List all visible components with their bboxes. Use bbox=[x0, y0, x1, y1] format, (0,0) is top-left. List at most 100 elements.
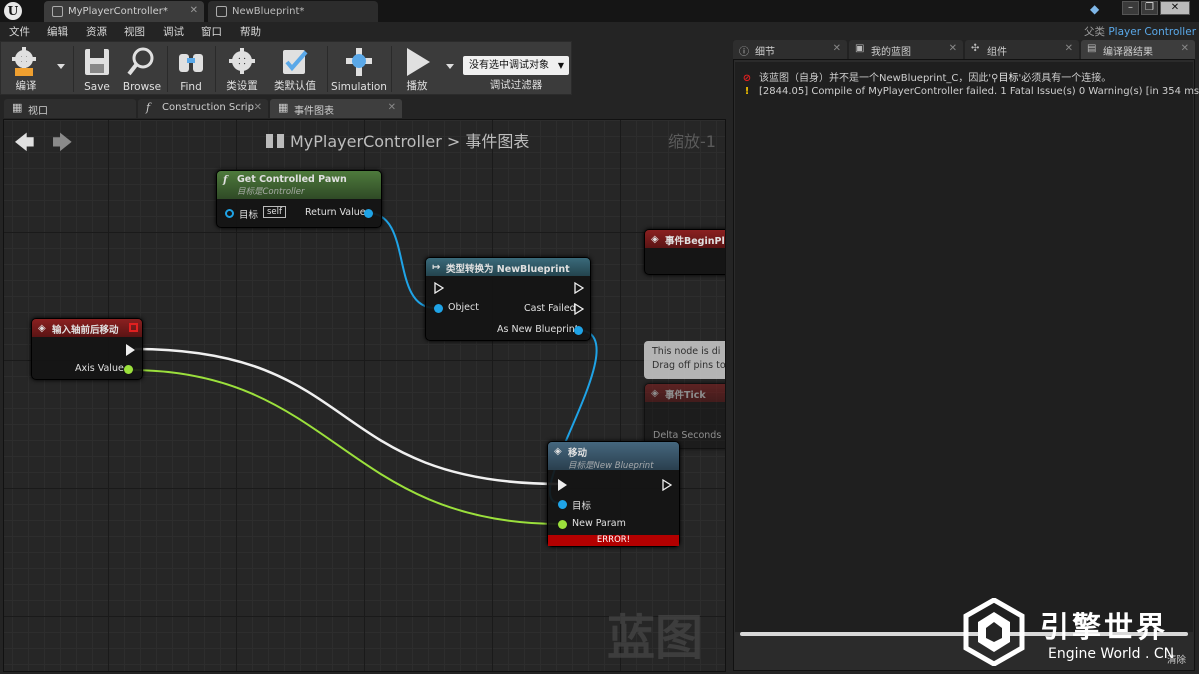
log-warning-line[interactable]: ! [2844.05] Compile of MyPlayerController… bbox=[741, 86, 1199, 97]
tab-construction-script[interactable]: f Construction Scrip ✕ bbox=[138, 99, 268, 118]
event-graph-canvas[interactable]: 🡄 🡆 MyPlayerController > 事件图表 缩放-1 蓝图 f … bbox=[3, 119, 726, 672]
new-param-pin[interactable] bbox=[558, 520, 567, 529]
as-new-blueprint-label: As New Blueprint bbox=[497, 324, 579, 335]
compiler-icon: ▤ bbox=[1087, 43, 1097, 54]
exec-out-pin[interactable] bbox=[574, 282, 584, 294]
function-icon: f bbox=[223, 175, 228, 186]
menu-edit[interactable]: 编辑 bbox=[47, 24, 68, 39]
tab-event-graph[interactable]: ▦ 事件图表 ✕ bbox=[270, 99, 402, 118]
simulation-button[interactable]: Simulation bbox=[331, 42, 387, 96]
target-label: 目标 bbox=[239, 210, 259, 221]
play-button[interactable]: 播放 bbox=[395, 42, 439, 96]
node-cast-to-newblueprint[interactable]: ↦ 类型转换为 NewBlueprint Object Cast Failed … bbox=[425, 257, 591, 341]
menu-assets[interactable]: 资源 bbox=[86, 24, 107, 39]
find-button[interactable]: Find bbox=[171, 42, 211, 96]
close-icon[interactable]: ✕ bbox=[1181, 43, 1189, 54]
menu-bar: 文件 编辑 资源 视图 调试 窗口 帮助 父类 Player Controlle… bbox=[0, 22, 1199, 40]
close-icon[interactable]: ✕ bbox=[949, 43, 957, 54]
diamond-icon[interactable]: ◆ bbox=[1090, 2, 1099, 16]
wire-exec-axis-to-move bbox=[134, 347, 561, 486]
close-window-button[interactable]: ✕ bbox=[1160, 1, 1190, 15]
class-defaults-button[interactable]: 类默认值 bbox=[267, 42, 323, 96]
tab-label: 编译器结果 bbox=[1103, 47, 1153, 58]
menu-help[interactable]: 帮助 bbox=[240, 24, 261, 39]
menu-file[interactable]: 文件 bbox=[9, 24, 30, 39]
doc-tab-label: NewBlueprint* bbox=[232, 6, 305, 17]
compile-options-arrow-icon[interactable] bbox=[57, 64, 65, 69]
cast-failed-pin[interactable] bbox=[574, 303, 584, 315]
target-pin[interactable] bbox=[558, 500, 567, 509]
object-pin[interactable] bbox=[434, 304, 443, 313]
close-icon[interactable]: ✕ bbox=[1065, 43, 1073, 54]
doc-tab-newblueprint[interactable]: NewBlueprint* bbox=[208, 1, 378, 22]
play-options-arrow-icon[interactable] bbox=[446, 64, 454, 69]
minimize-button[interactable]: – bbox=[1122, 1, 1139, 15]
close-icon[interactable]: ✕ bbox=[190, 5, 198, 16]
cast-arrow-icon: ↦ bbox=[432, 262, 441, 273]
graph-icon: ▦ bbox=[278, 101, 289, 114]
debug-filter-label: 调试过滤器 bbox=[489, 79, 543, 91]
event-diamond-icon: ◈ bbox=[651, 388, 659, 399]
simulation-label: Simulation bbox=[331, 81, 387, 93]
save-button[interactable]: Save bbox=[77, 42, 117, 96]
tab-label: 事件图表 bbox=[294, 106, 334, 117]
return-value-pin[interactable] bbox=[364, 209, 373, 218]
exec-out-pin[interactable] bbox=[126, 344, 135, 356]
blueprint-doc-icon bbox=[52, 6, 63, 17]
toolbar-divider bbox=[391, 46, 392, 92]
browse-label: Browse bbox=[122, 81, 162, 93]
debug-object-select[interactable]: 没有选中调试对象 ▼ bbox=[463, 56, 569, 75]
components-icon: ✣ bbox=[971, 43, 980, 54]
log-error-line[interactable]: ⊘ 该蓝图（自身）并不是一个NewBlueprint_C，因此'⚲目标'必须具有一… bbox=[741, 69, 1111, 84]
compile-button[interactable]: 编译 bbox=[3, 42, 49, 96]
target-label: 目标 bbox=[572, 501, 592, 512]
tab-details[interactable]: ⓘ 细节 ✕ bbox=[733, 40, 847, 59]
class-settings-gear-icon bbox=[229, 48, 255, 74]
brand-name-cn: 引擎世界 bbox=[1040, 610, 1169, 644]
exec-in-pin[interactable] bbox=[434, 282, 444, 294]
error-text-after: '必须具有一个连接。 bbox=[1018, 73, 1112, 84]
tab-components[interactable]: ✣ 组件 ✕ bbox=[965, 40, 1079, 59]
parent-class-label: 父类 bbox=[1084, 26, 1105, 38]
delegate-pin[interactable] bbox=[129, 323, 138, 332]
comment-line-2: Drag off pins to bbox=[652, 360, 726, 371]
node-title: 事件Tick bbox=[665, 390, 706, 401]
self-value[interactable]: self bbox=[263, 206, 287, 218]
node-event-beginplay[interactable]: ◈ 事件BeginPla bbox=[644, 229, 725, 275]
details-icon: ⓘ bbox=[739, 47, 749, 58]
axis-value-pin[interactable] bbox=[124, 365, 133, 374]
browse-button[interactable]: Browse bbox=[119, 42, 165, 96]
target-pin[interactable] bbox=[225, 209, 234, 218]
class-settings-label: 类设置 bbox=[226, 80, 258, 92]
close-icon[interactable]: ✕ bbox=[254, 102, 262, 113]
compiler-log[interactable]: ⊘ 该蓝图（自身）并不是一个NewBlueprint_C，因此'⚲目标'必须具有一… bbox=[735, 62, 1199, 632]
menu-debug[interactable]: 调试 bbox=[163, 24, 184, 39]
menu-window[interactable]: 窗口 bbox=[201, 24, 222, 39]
node-event-tick[interactable]: ◈ 事件Tick Delta Seconds bbox=[644, 383, 725, 449]
as-new-blueprint-pin[interactable] bbox=[574, 326, 583, 335]
maximize-button[interactable]: ❐ bbox=[1141, 1, 1158, 15]
magnifier-icon bbox=[127, 47, 154, 76]
tab-label: Construction Scrip bbox=[162, 102, 254, 113]
tab-compiler-results[interactable]: ▤ 编译器结果 ✕ bbox=[1081, 40, 1195, 59]
tab-my-blueprint[interactable]: ▣ 我的蓝图 ✕ bbox=[849, 40, 963, 59]
exec-out-pin[interactable] bbox=[662, 479, 672, 491]
error-link-target[interactable]: 目标 bbox=[999, 73, 1019, 84]
node-get-controlled-pawn[interactable]: f Get Controlled Pawn 目标是Controller 目标 s… bbox=[216, 170, 382, 228]
close-icon[interactable]: ✕ bbox=[833, 43, 841, 54]
parent-class-link[interactable]: Player Controller bbox=[1108, 26, 1196, 38]
node-move[interactable]: ◈ 移动 目标是New Blueprint 目标 New Param ERROR… bbox=[547, 441, 680, 547]
tab-viewport[interactable]: ▦ 视口 bbox=[4, 99, 136, 118]
exec-in-pin[interactable] bbox=[558, 479, 567, 491]
menu-view[interactable]: 视图 bbox=[124, 24, 145, 39]
doc-tab-myplayercontroller[interactable]: MyPlayerController* ✕ bbox=[44, 1, 204, 22]
class-settings-button[interactable]: 类设置 bbox=[219, 42, 265, 96]
toolbar-divider bbox=[73, 46, 74, 92]
node-input-axis-moveforward[interactable]: ◈ 输入轴前后移动 Axis Value bbox=[31, 318, 143, 380]
compile-label: 编译 bbox=[15, 80, 37, 92]
toolbar-divider bbox=[167, 46, 168, 92]
close-icon[interactable]: ✕ bbox=[388, 102, 396, 113]
brand-name-en: Engine World . CN bbox=[1048, 646, 1175, 662]
blueprint-editor-window: U MyPlayerController* ✕ NewBlueprint* ◆ … bbox=[0, 0, 1199, 674]
tab-label: 组件 bbox=[987, 47, 1007, 58]
